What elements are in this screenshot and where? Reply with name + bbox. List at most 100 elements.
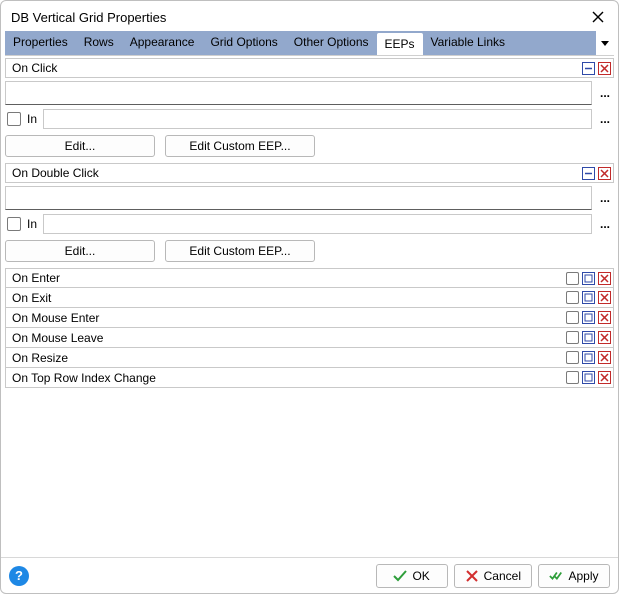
expand-button[interactable] — [581, 271, 596, 286]
tab-label: Grid Options — [210, 35, 277, 49]
event-checkbox[interactable] — [566, 291, 579, 304]
clear-button[interactable] — [597, 290, 612, 305]
event-row-actions — [566, 330, 613, 345]
expand-box-icon — [582, 291, 595, 304]
event-header: On Click — [5, 58, 614, 78]
tab-label: Variable Links — [431, 35, 505, 49]
button-label: Edit Custom EEP... — [189, 139, 290, 153]
event-title: On Exit — [6, 291, 566, 305]
event-checkbox[interactable] — [566, 272, 579, 285]
event-value-row: ... — [5, 81, 614, 105]
event-header-actions — [581, 166, 613, 181]
collapse-button[interactable] — [581, 61, 596, 76]
expand-box-icon — [582, 272, 595, 285]
in-label: In — [27, 217, 37, 231]
titlebar: DB Vertical Grid Properties — [1, 1, 618, 31]
close-icon — [592, 11, 604, 23]
event-title: On Mouse Enter — [6, 311, 566, 325]
in-input[interactable] — [43, 109, 592, 129]
clear-button[interactable] — [597, 370, 612, 385]
clear-button[interactable] — [597, 166, 612, 181]
ok-button[interactable]: OK — [376, 564, 448, 588]
tab-variable-links[interactable]: Variable Links — [423, 31, 513, 55]
clear-button[interactable] — [597, 271, 612, 286]
dialog-window: DB Vertical Grid Properties Properties R… — [0, 0, 619, 594]
clear-button[interactable] — [597, 330, 612, 345]
edit-custom-eep-button[interactable]: Edit Custom EEP... — [165, 135, 315, 157]
tab-spacer — [513, 31, 596, 55]
expand-button[interactable] — [581, 310, 596, 325]
event-row-on-mouse-enter[interactable]: On Mouse Enter — [5, 308, 614, 328]
clear-button[interactable] — [597, 61, 612, 76]
check-icon — [393, 570, 407, 582]
event-checkbox[interactable] — [566, 311, 579, 324]
event-in-row: In ... — [5, 214, 614, 234]
tab-grid-options[interactable]: Grid Options — [202, 31, 285, 55]
edit-button[interactable]: Edit... — [5, 240, 155, 262]
ellipsis-icon: ... — [600, 86, 610, 100]
browse-in-button[interactable]: ... — [596, 112, 614, 126]
button-label: OK — [412, 569, 429, 583]
event-button-row: Edit... Edit Custom EEP... — [5, 240, 614, 262]
event-row-actions — [566, 350, 613, 365]
minus-box-icon — [582, 62, 595, 75]
minus-box-icon — [582, 167, 595, 180]
button-label: Apply — [568, 569, 598, 583]
expand-button[interactable] — [581, 330, 596, 345]
event-row-on-resize[interactable]: On Resize — [5, 348, 614, 368]
event-row-on-mouse-leave[interactable]: On Mouse Leave — [5, 328, 614, 348]
event-row-actions — [566, 290, 613, 305]
in-checkbox[interactable] — [7, 217, 21, 231]
event-checkbox[interactable] — [566, 331, 579, 344]
dialog-footer: ? OK Cancel Apply — [1, 557, 618, 593]
ellipsis-icon: ... — [600, 217, 610, 231]
in-input[interactable] — [43, 214, 592, 234]
x-box-icon — [598, 371, 611, 384]
event-row-on-top-row-index-change[interactable]: On Top Row Index Change — [5, 368, 614, 388]
event-title: On Enter — [6, 271, 566, 285]
button-label: Edit Custom EEP... — [189, 244, 290, 258]
tab-eeps[interactable]: EEPs — [377, 33, 423, 55]
tab-overflow-button[interactable] — [596, 31, 614, 55]
browse-in-button[interactable]: ... — [596, 217, 614, 231]
tab-properties[interactable]: Properties — [5, 31, 76, 55]
window-close-button[interactable] — [588, 7, 608, 27]
edit-custom-eep-button[interactable]: Edit Custom EEP... — [165, 240, 315, 262]
double-check-icon — [549, 570, 563, 582]
expand-button[interactable] — [581, 350, 596, 365]
event-title: On Top Row Index Change — [6, 371, 566, 385]
event-row-actions — [566, 370, 613, 385]
event-row-on-exit[interactable]: On Exit — [5, 288, 614, 308]
button-label: Edit... — [65, 244, 96, 258]
event-title: On Resize — [6, 351, 566, 365]
event-row-on-enter[interactable]: On Enter — [5, 268, 614, 288]
x-box-icon — [598, 351, 611, 364]
event-checkbox[interactable] — [566, 371, 579, 384]
x-box-icon — [598, 291, 611, 304]
event-checkbox[interactable] — [566, 351, 579, 364]
event-row-actions — [566, 310, 613, 325]
browse-button[interactable]: ... — [596, 86, 614, 100]
tab-label: Rows — [84, 35, 114, 49]
apply-button[interactable]: Apply — [538, 564, 610, 588]
event-value-row: ... — [5, 186, 614, 210]
collapse-button[interactable] — [581, 166, 596, 181]
tab-other-options[interactable]: Other Options — [286, 31, 377, 55]
expand-button[interactable] — [581, 370, 596, 385]
browse-button[interactable]: ... — [596, 191, 614, 205]
tab-appearance[interactable]: Appearance — [122, 31, 203, 55]
event-row-actions — [566, 271, 613, 286]
button-label: Cancel — [484, 569, 521, 583]
in-checkbox[interactable] — [7, 112, 21, 126]
expand-button[interactable] — [581, 290, 596, 305]
cancel-button[interactable]: Cancel — [454, 564, 532, 588]
clear-button[interactable] — [597, 310, 612, 325]
event-in-row: In ... — [5, 109, 614, 129]
edit-button[interactable]: Edit... — [5, 135, 155, 157]
event-value-input[interactable] — [5, 186, 592, 210]
event-value-input[interactable] — [5, 81, 592, 105]
tab-rows[interactable]: Rows — [76, 31, 122, 55]
help-button[interactable]: ? — [9, 566, 29, 586]
x-icon — [465, 570, 479, 582]
clear-button[interactable] — [597, 350, 612, 365]
